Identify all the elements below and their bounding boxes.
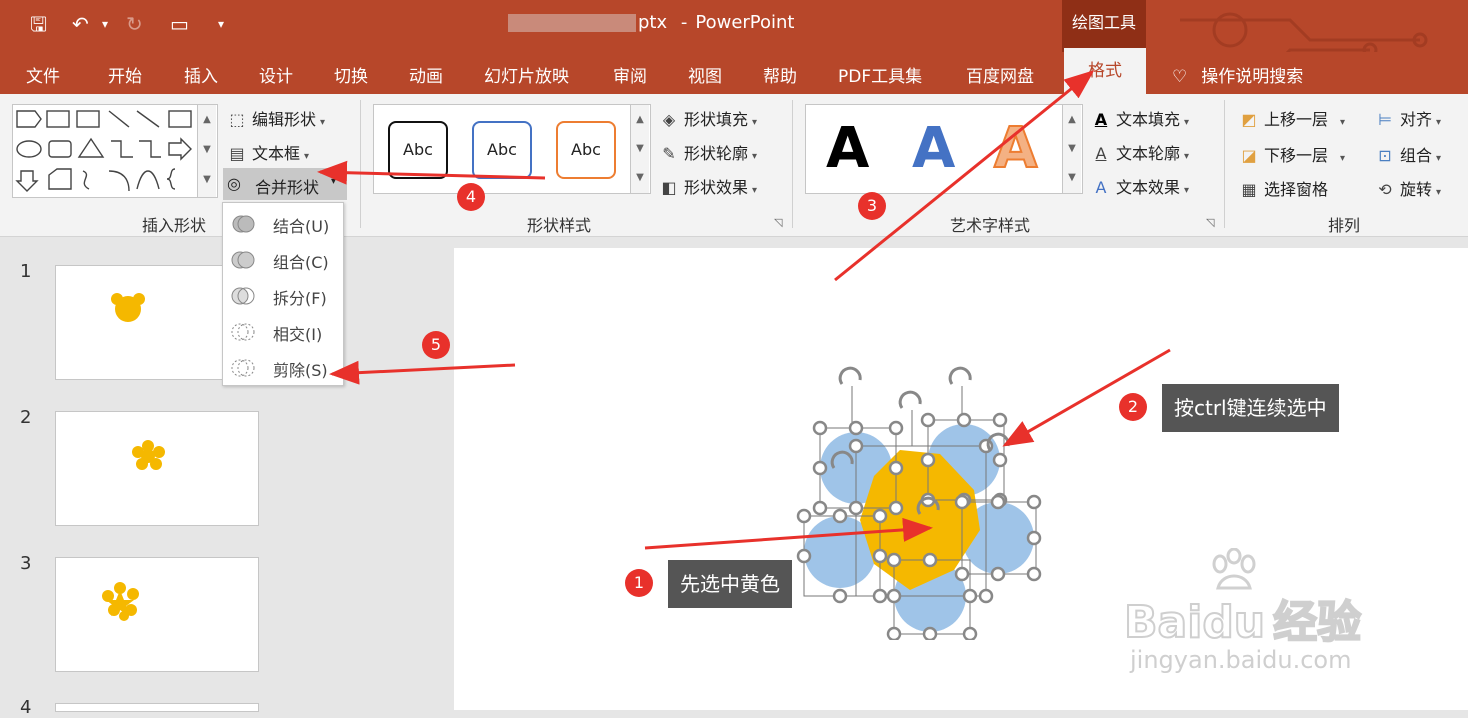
arrow-step-3: [834, 70, 1095, 282]
watermark-brand: Baidu 经验: [1123, 596, 1362, 649]
arrow-step-2: [1002, 348, 1171, 447]
callout-step-2: 按ctrl键连续选中: [1162, 384, 1339, 432]
baidu-jingyan-watermark: Baidu 经验 jingyan.baidu.com: [1120, 540, 1468, 710]
arrow-step-5: [329, 360, 516, 385]
callout-step-1: 先选中黄色: [668, 560, 792, 608]
step-badge-1: 1: [625, 569, 653, 597]
arrow-step-1: [644, 517, 933, 550]
arrow-step-4: [317, 160, 546, 185]
step-badge-2: 2: [1119, 393, 1147, 421]
step-badge-3: 3: [858, 192, 886, 220]
step-badge-4: 4: [457, 183, 485, 211]
watermark-url: jingyan.baidu.com: [1130, 646, 1352, 674]
step-badge-5: 5: [422, 331, 450, 359]
